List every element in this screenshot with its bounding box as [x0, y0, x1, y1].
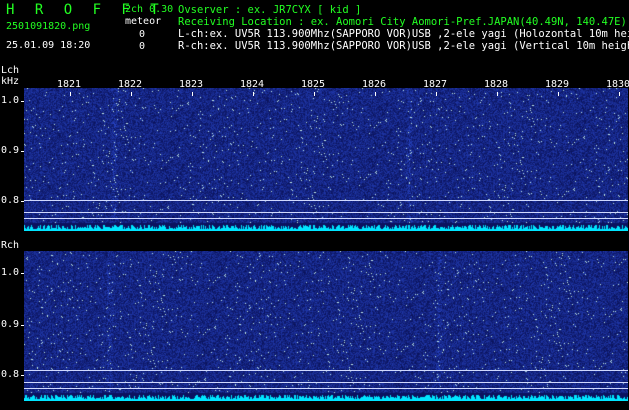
time-tick-1822: [131, 92, 132, 96]
rch-ytick-2: [21, 325, 24, 326]
time-tick-1826: [375, 92, 376, 96]
time-tick-1823: [192, 92, 193, 96]
filename-label: 2501091820.png: [6, 21, 91, 32]
rch-ytick-3: [21, 375, 24, 376]
time-tick-1821: [70, 92, 71, 96]
rch-marker-line-1: [24, 370, 628, 371]
lch-marker-line-3: [24, 218, 628, 219]
time-tick-1827: [436, 92, 437, 96]
time-tick-1830: [619, 92, 620, 96]
lch-marker-line-1: [24, 200, 628, 201]
rch-marker-line-2: [24, 382, 628, 383]
lch-unit-label: kHz: [1, 76, 20, 87]
rch-spectrogram: [24, 251, 628, 401]
lch-channel-label: Lch: [1, 65, 20, 76]
lch-ylabel-3: 0.8: [1, 195, 20, 206]
lch-marker-line-2: [24, 212, 628, 213]
lch-ylabel-2: 0.9: [1, 145, 20, 156]
time-tick-1825: [314, 92, 315, 96]
rch-channel-label: Rch: [1, 240, 20, 251]
time-tick-1824: [253, 92, 254, 96]
hrofft-screen: H R O F F T 2ch 0.30 2501091820.png mete…: [0, 0, 629, 410]
lch-ytick-2: [21, 151, 24, 152]
lch-spectrogram: [24, 88, 628, 231]
lch-count: 0: [139, 29, 146, 40]
location-line: Receiving Location : ex. Aomori City Aom…: [178, 16, 627, 28]
time-tick-1829: [558, 92, 559, 96]
lch-spectrogram-canvas: [24, 88, 628, 231]
observer-line: Ovserver : ex. JR7CYX [ kid ]: [178, 4, 362, 16]
lch-info-line: L-ch:ex. UV5R 113.900Mhz(SAPPORO VOR)USB…: [178, 28, 629, 40]
datetime-label: 25.01.09 18:20: [6, 40, 91, 51]
lch-ylabel-1: 1.0: [1, 95, 20, 106]
rch-ylabel-2: 0.9: [1, 319, 20, 330]
rch-marker-line-3: [24, 388, 628, 389]
version-label: 2ch 0.30: [125, 4, 174, 15]
rch-ytick-1: [21, 273, 24, 274]
lch-ytick-3: [21, 201, 24, 202]
rch-ylabel-1: 1.0: [1, 267, 20, 278]
rch-info-line: R-ch:ex. UV5R 113.900Mhz(SAPPORO VOR)USB…: [178, 40, 629, 52]
lch-ytick-1: [21, 101, 24, 102]
rch-ylabel-3: 0.8: [1, 369, 20, 380]
rch-spectrogram-canvas: [24, 251, 628, 401]
rch-count: 0: [139, 41, 146, 52]
time-tick-1828: [497, 92, 498, 96]
mode-label: meteor: [125, 16, 162, 27]
